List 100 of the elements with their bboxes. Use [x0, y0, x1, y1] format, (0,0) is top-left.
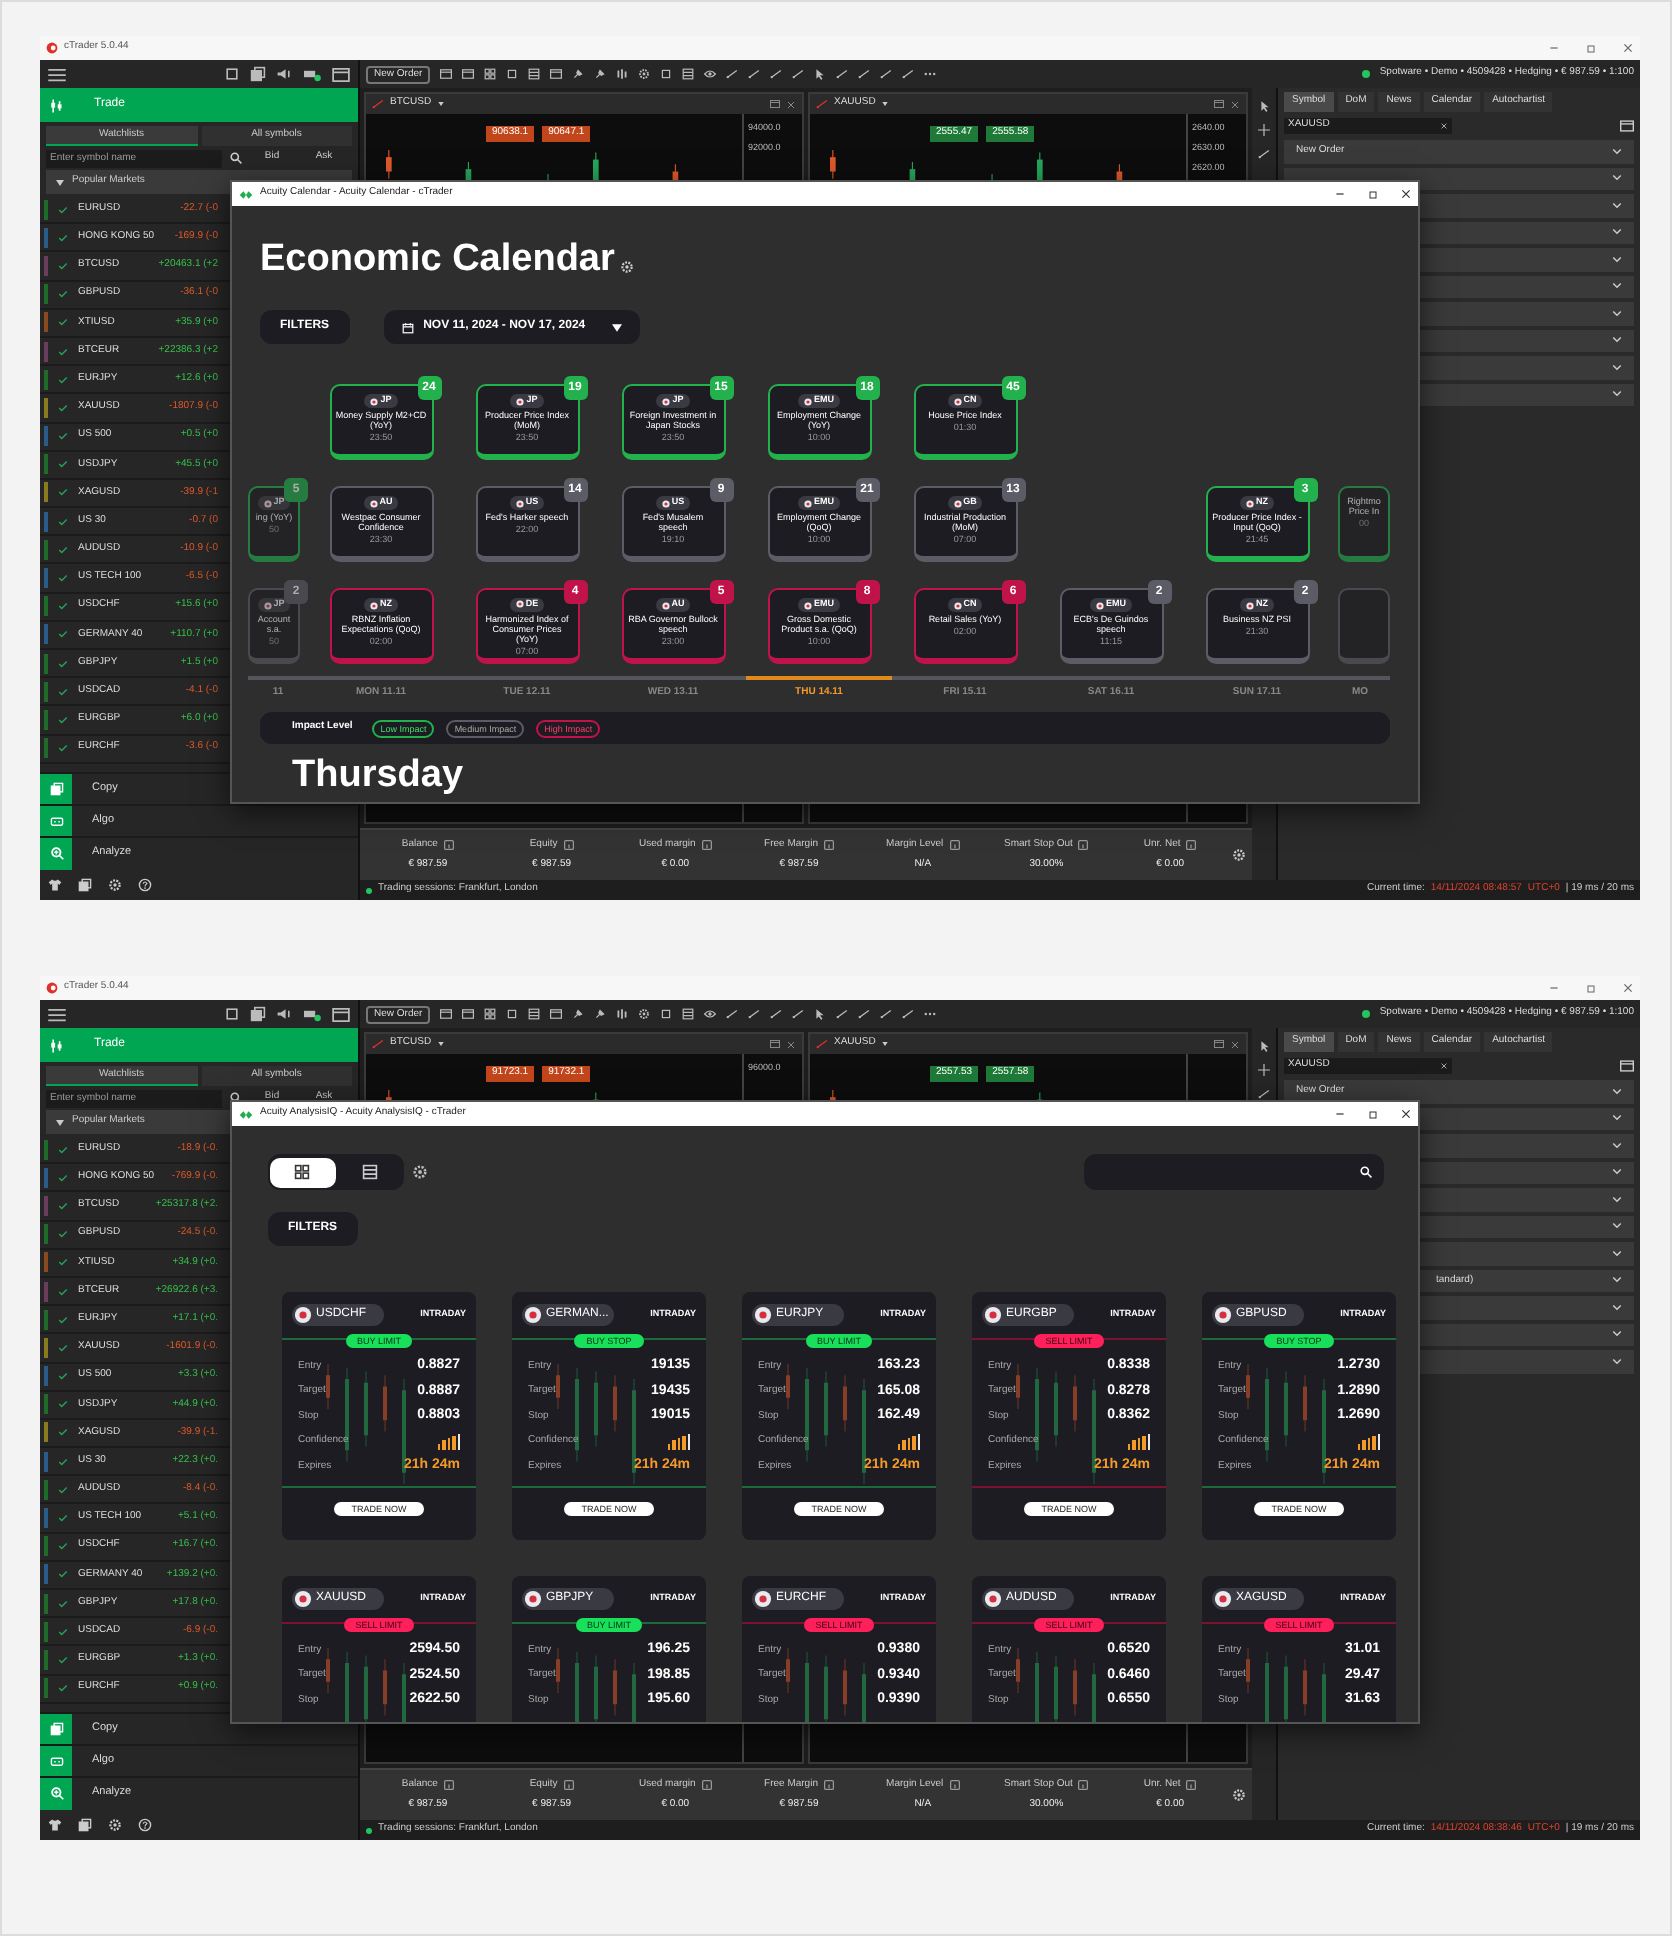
- help-icon[interactable]: [138, 877, 152, 891]
- line-icon[interactable]: [748, 68, 761, 80]
- line-icon[interactable]: [902, 68, 915, 80]
- info-icon[interactable]: [1186, 1779, 1197, 1790]
- sound-icon[interactable]: [276, 66, 292, 82]
- info-icon[interactable]: [1186, 839, 1197, 850]
- maximize-icon[interactable]: [1586, 43, 1596, 53]
- grid-icon[interactable]: [484, 1008, 497, 1020]
- cursor-icon[interactable]: [814, 1008, 827, 1020]
- detach-icon[interactable]: [770, 100, 780, 108]
- layout-icon[interactable]: [528, 68, 541, 80]
- more-icon[interactable]: [924, 1008, 937, 1020]
- settings-icon[interactable]: [1232, 1788, 1247, 1802]
- more-icon[interactable]: [924, 68, 937, 80]
- info-icon[interactable]: [949, 1779, 960, 1790]
- line-icon[interactable]: [726, 1008, 739, 1020]
- eye-icon[interactable]: [704, 68, 717, 80]
- line-icon[interactable]: [770, 1008, 783, 1020]
- minimize-icon[interactable]: [1334, 188, 1346, 200]
- copy-icon[interactable]: [78, 1817, 92, 1831]
- window-icon[interactable]: [1620, 1060, 1634, 1072]
- pin-icon[interactable]: [594, 1008, 607, 1020]
- cursor-icon[interactable]: [814, 68, 827, 80]
- shirt-icon[interactable]: [48, 1817, 62, 1831]
- copy-icon[interactable]: [78, 877, 92, 891]
- info-icon[interactable]: [1078, 839, 1089, 850]
- line-icon[interactable]: [1258, 148, 1270, 160]
- close-icon[interactable]: [1622, 982, 1634, 994]
- window-icon[interactable]: [550, 1008, 563, 1020]
- gear-icon[interactable]: [638, 68, 651, 80]
- caret-icon[interactable]: [437, 1042, 444, 1046]
- window-icon[interactable]: [440, 1008, 453, 1020]
- close-icon[interactable]: [1400, 188, 1412, 200]
- window-icon[interactable]: [440, 68, 453, 80]
- crosshair-icon[interactable]: [1258, 124, 1270, 136]
- minimize-icon[interactable]: [1334, 1108, 1346, 1120]
- line-icon[interactable]: [792, 1008, 805, 1020]
- line-icon[interactable]: [792, 68, 805, 80]
- maximize-icon[interactable]: [1368, 1109, 1378, 1119]
- bars-icon[interactable]: [616, 68, 629, 80]
- pin-icon[interactable]: [572, 1008, 585, 1020]
- search-icon[interactable]: [230, 152, 242, 164]
- info-icon[interactable]: [563, 1779, 574, 1790]
- fullscreen-icon[interactable]: [224, 66, 240, 82]
- info-icon[interactable]: [563, 839, 574, 850]
- fullscreen-icon[interactable]: [224, 1006, 240, 1022]
- bars-icon[interactable]: [616, 1008, 629, 1020]
- window-icon[interactable]: [550, 68, 563, 80]
- maximize-icon[interactable]: [1368, 189, 1378, 199]
- window-icon[interactable]: [1620, 120, 1634, 132]
- window-icon[interactable]: [462, 68, 475, 80]
- settings-icon[interactable]: [108, 1817, 122, 1831]
- detach-icon[interactable]: [1214, 1040, 1224, 1048]
- info-icon[interactable]: [823, 1779, 834, 1790]
- info-icon[interactable]: [701, 839, 712, 850]
- info-icon[interactable]: [443, 1779, 454, 1790]
- layers-icon[interactable]: [682, 1008, 695, 1020]
- window-icon[interactable]: [332, 67, 350, 81]
- info-icon[interactable]: [823, 839, 834, 850]
- line-icon[interactable]: [858, 1008, 871, 1020]
- copy-icon[interactable]: [250, 1006, 266, 1022]
- crosshair-icon[interactable]: [1258, 1064, 1270, 1076]
- close-icon[interactable]: [1400, 1108, 1412, 1120]
- detach-icon[interactable]: [770, 1040, 780, 1048]
- menu-icon[interactable]: [48, 67, 66, 81]
- line-icon[interactable]: [836, 68, 849, 80]
- square-icon[interactable]: [660, 68, 673, 80]
- line-icon[interactable]: [748, 1008, 761, 1020]
- line-icon[interactable]: [1258, 1088, 1270, 1100]
- gear-icon[interactable]: [638, 1008, 651, 1020]
- square-icon[interactable]: [660, 1008, 673, 1020]
- plug-icon[interactable]: [302, 66, 322, 82]
- settings-icon[interactable]: [108, 877, 122, 891]
- clear-icon[interactable]: [1440, 122, 1448, 130]
- cursor-icon[interactable]: [1259, 1040, 1269, 1052]
- view-button[interactable]: [270, 1157, 335, 1187]
- layout-icon[interactable]: [528, 1008, 541, 1020]
- line-icon[interactable]: [836, 1008, 849, 1020]
- window-icon[interactable]: [332, 1007, 350, 1021]
- layers-icon[interactable]: [682, 68, 695, 80]
- grid-icon[interactable]: [484, 68, 497, 80]
- cursor-icon[interactable]: [1259, 100, 1269, 112]
- info-icon[interactable]: [701, 1779, 712, 1790]
- line-icon[interactable]: [858, 68, 871, 80]
- info-icon[interactable]: [1078, 1779, 1089, 1790]
- menu-icon[interactable]: [48, 1007, 66, 1021]
- close-icon[interactable]: [1622, 42, 1634, 54]
- plug-icon[interactable]: [302, 1006, 322, 1022]
- pin-icon[interactable]: [594, 68, 607, 80]
- info-icon[interactable]: [443, 839, 454, 850]
- pin-icon[interactable]: [572, 68, 585, 80]
- copy-icon[interactable]: [250, 66, 266, 82]
- line-icon[interactable]: [902, 1008, 915, 1020]
- help-icon[interactable]: [138, 1817, 152, 1831]
- line-icon[interactable]: [770, 68, 783, 80]
- search-field[interactable]: [1084, 1154, 1384, 1190]
- window-icon[interactable]: [462, 1008, 475, 1020]
- caret-icon[interactable]: [881, 1042, 888, 1046]
- line-icon[interactable]: [726, 68, 739, 80]
- clear-icon[interactable]: [1440, 1062, 1448, 1070]
